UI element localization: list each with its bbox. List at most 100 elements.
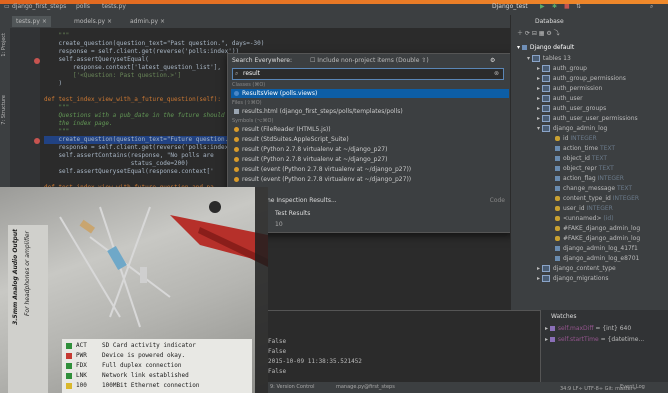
table-item[interactable]: ▸ auth_permission [537, 84, 602, 94]
column-item[interactable]: id INTEGER [555, 134, 597, 144]
code-line[interactable]: """ [44, 128, 69, 136]
column-item[interactable]: action_time TEXT [555, 144, 615, 154]
watches-panel: Watches ▸ self.maxDiff = {int} 640 ▸ self… [540, 310, 668, 382]
settings-gear-icon[interactable]: ⚙ [490, 57, 495, 64]
run-config-select[interactable]: Django_test [492, 3, 528, 10]
code-line[interactable]: def test_index_view_with_a_future_questi… [44, 96, 221, 104]
line-separator[interactable]: LF÷ [573, 386, 583, 392]
search-icon[interactable]: ⌕ [650, 3, 653, 11]
column-icon [555, 176, 560, 181]
navigation-bar: ▭ django_first_steps polls tests.py Djan… [0, 0, 668, 16]
code-line[interactable]: create_question(question_text="Past ques… [44, 40, 264, 48]
key-icon [555, 226, 560, 231]
code-line[interactable]: the index page. [44, 120, 112, 128]
encoding[interactable]: UTF-8÷ [584, 386, 603, 392]
code-line[interactable]: ) [44, 80, 62, 88]
clear-icon[interactable]: ⊗ [494, 70, 499, 77]
breadcrumb-file[interactable]: tests.py [102, 3, 126, 10]
tables-folder[interactable]: ▾ tables 13 [527, 54, 571, 64]
table-item[interactable]: ▸ auth_user_groups [537, 104, 606, 114]
column-item[interactable]: #FAKE_django_admin_log [555, 224, 640, 234]
led-code: PWR [76, 352, 87, 359]
result-item[interactable]: results.html (django_first_steps/polls/t… [231, 107, 509, 116]
table-label: auth_group_permissions [552, 75, 626, 82]
table-item[interactable]: ▸ django_content_type [537, 264, 616, 274]
column-item[interactable]: object_repr TEXT [555, 164, 614, 174]
column-item[interactable]: content_type_id INTEGER [555, 194, 639, 204]
column-item[interactable]: change_message TEXT [555, 184, 632, 194]
panel-toolbar[interactable]: ＋ ⟳ ⊟ ▦ ⚙ ⤵ [517, 29, 560, 39]
section-classes: Classes (⌘O) [232, 82, 266, 88]
watch-item[interactable]: ▸ self.maxDiff = {int} 640 [545, 324, 631, 334]
column-item[interactable]: #FAKE_django_admin_log [555, 234, 640, 244]
vcs-icon[interactable]: ⇅ [576, 3, 581, 10]
table-item[interactable]: ▸ auth_group_permissions [537, 74, 626, 84]
table-label: django_migrations [552, 275, 609, 282]
code-line[interactable]: self.assertQuerysetEqual( [44, 56, 148, 64]
result-item[interactable]: result (Python 2.7.8 virtualenv at ~/dja… [231, 145, 509, 154]
code-line[interactable]: create_question(question_text="Future qu… [44, 136, 232, 144]
debug-value[interactable]: False [268, 367, 286, 377]
result-label: result (FileReader (HTML5.js)) [242, 126, 331, 133]
code-line[interactable]: response.context['latest_question_list']… [44, 64, 221, 72]
column-item[interactable]: django_admin_log_417f1 [555, 244, 638, 254]
breadcrumb-project[interactable]: django_first_steps [12, 3, 66, 10]
tab-models[interactable]: models.py × [70, 16, 116, 27]
code-line[interactable]: self.assertQuerysetEqual(response.contex… [44, 168, 213, 176]
table-item[interactable]: ▸ django_migrations [537, 274, 608, 284]
column-item[interactable]: object_id TEXT [555, 154, 607, 164]
column-item[interactable]: django_admin_log_e8701 [555, 254, 639, 264]
debug-icon[interactable]: ✱ [552, 3, 557, 10]
code-line[interactable]: ['<Question: Past question.>'] [44, 72, 181, 80]
datasource-label: Django default [529, 44, 575, 51]
structure-tool-tab[interactable]: 7: Structure [1, 95, 7, 125]
run-icon[interactable]: ▶ [540, 3, 545, 10]
stop-icon[interactable]: ■ [564, 3, 570, 10]
table-item[interactable]: ▸ auth_group [537, 64, 587, 74]
project-tool-tab[interactable]: 1: Project [1, 33, 7, 57]
table-item[interactable]: ▸ auth_user_user_permissions [537, 114, 638, 124]
code-line[interactable]: """ [44, 104, 69, 112]
git-branch[interactable]: Git: master÷ [605, 386, 637, 392]
manage-tab[interactable]: manage.py@first_steps [336, 384, 395, 390]
result-item[interactable]: result (event (Python 2.7.8 virtualenv a… [231, 175, 509, 184]
inspection-results-item[interactable]: ne Inspection Results... Code [231, 196, 509, 205]
column-item[interactable]: action_flag INTEGER [555, 174, 624, 184]
table-item[interactable]: ▸ auth_user [537, 94, 583, 104]
result-item[interactable]: result (event (Python 2.7.8 virtualenv a… [231, 165, 509, 174]
include-non-project-checkbox[interactable]: ☐ Include non-project items (Double ⇧) [310, 57, 429, 64]
led-indicator [66, 382, 72, 389]
debug-value[interactable]: 2015-10-09 11:38:35.521452 [268, 357, 362, 367]
cursor-position[interactable]: 34:9 [560, 386, 571, 392]
settings-item[interactable]: 10 [231, 220, 509, 229]
search-input[interactable]: ⌕ result ⊗ [232, 68, 504, 80]
result-item[interactable]: result (Python 2.7.8 virtualenv at ~/dja… [231, 155, 509, 164]
table-item[interactable]: ▾ django_admin_log [537, 124, 607, 134]
search-icon: ⌕ [235, 70, 239, 77]
code-line[interactable]: """ [44, 32, 69, 40]
result-item[interactable]: ResultsView (polls.views) [231, 89, 509, 98]
debug-value[interactable]: False [268, 347, 286, 357]
column-item[interactable]: <unnamed> (id) [555, 214, 614, 224]
datasource-root[interactable]: ▾ Django default [517, 43, 574, 53]
tab-admin[interactable]: admin.py × [126, 16, 169, 27]
breadcrumb-polls[interactable]: polls [76, 3, 90, 10]
tab-tests[interactable]: tests.py × [12, 16, 51, 27]
code-line[interactable]: response = self.client.get(reverse('poll… [44, 144, 239, 152]
column-type: INTEGER [597, 175, 624, 182]
code-line[interactable]: Questions with a pub_date in the future … [44, 112, 224, 120]
key-icon [555, 136, 560, 141]
result-item[interactable]: result (StdSuites.AppleScript_Suite) [231, 135, 509, 144]
result-item[interactable]: result (FileReader (HTML5.js)) [231, 125, 509, 134]
column-type: INTEGER [586, 205, 613, 212]
debug-value[interactable]: False [268, 337, 286, 347]
table-label: auth_permission [552, 85, 603, 92]
watch-item[interactable]: ▸ self.startTime = {datetime... [545, 335, 644, 345]
test-results-item[interactable]: Test Results [231, 209, 509, 218]
symbol-icon [234, 137, 239, 142]
code-line[interactable]: status_code=200) [44, 160, 189, 168]
code-line[interactable]: response = self.client.get(reverse('poll… [44, 48, 239, 56]
version-control-tab[interactable]: 9: Version Control [270, 384, 315, 390]
column-item[interactable]: user_id INTEGER [555, 204, 613, 214]
code-line[interactable]: self.assertContains(response, "No polls … [44, 152, 213, 160]
